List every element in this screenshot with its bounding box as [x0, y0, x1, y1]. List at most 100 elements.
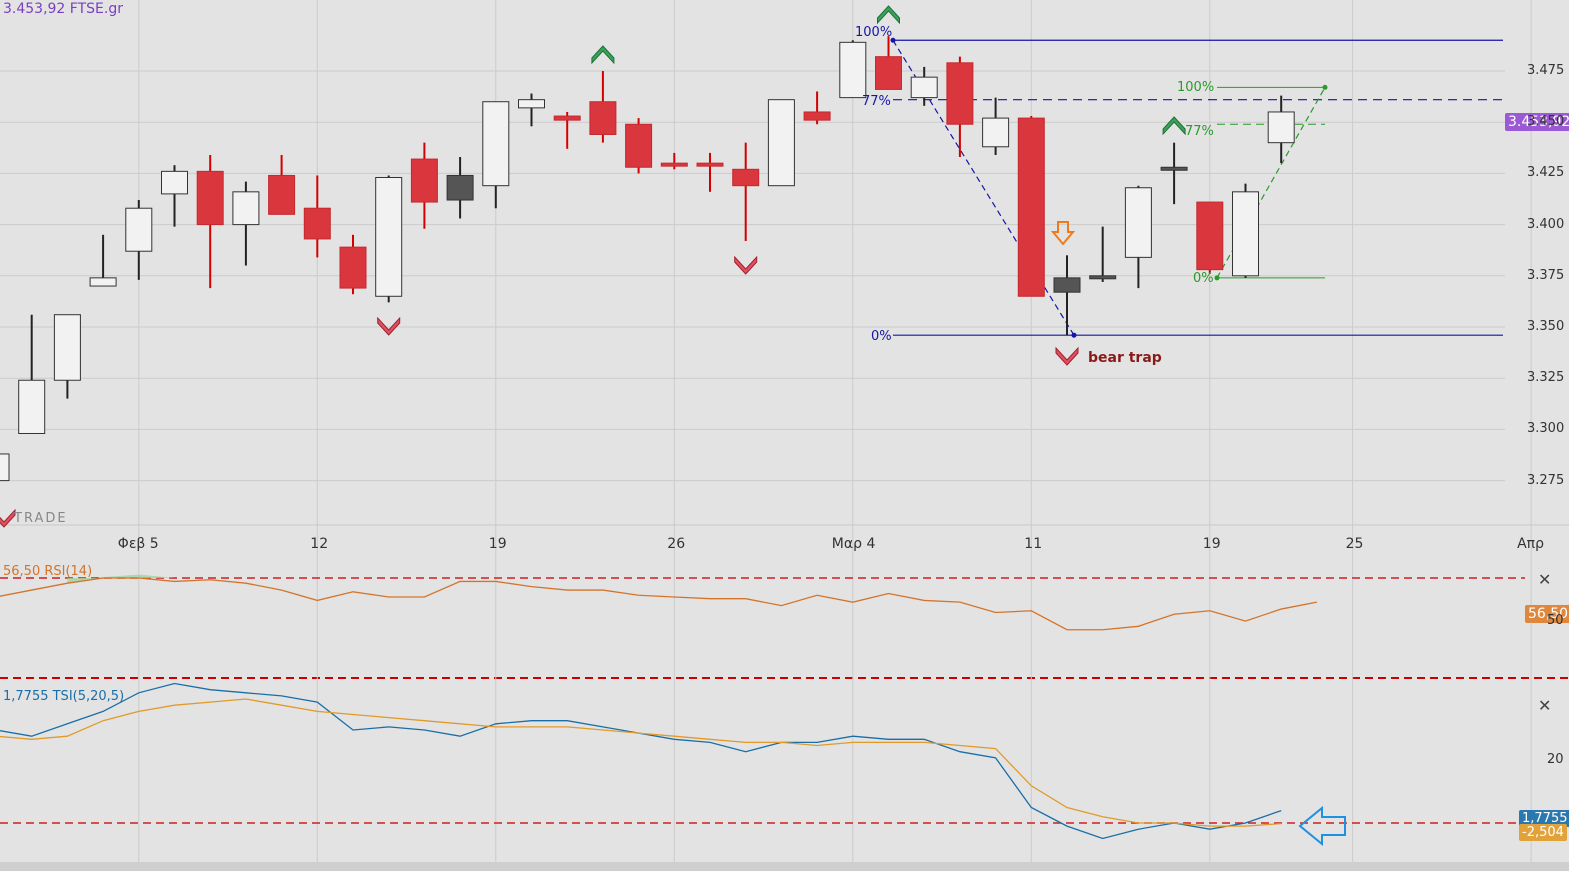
candle	[625, 118, 653, 174]
candle-body	[268, 174, 296, 215]
candle-body	[339, 246, 367, 289]
candle-body	[1232, 191, 1259, 277]
fib-anchor	[1071, 332, 1077, 338]
tsi-title: 1,7755 TSI(5,20,5)	[3, 689, 125, 704]
bear-trap-label: bear trap	[1088, 350, 1162, 366]
chart-canvas[interactable]	[0, 0, 1569, 871]
candle	[268, 154, 296, 215]
y-tick-label: 3.325	[1527, 370, 1565, 386]
y-tick-label: 3.400	[1527, 216, 1565, 232]
candle	[339, 234, 367, 295]
x-tick-label: 12	[310, 536, 329, 552]
candle-body	[625, 123, 653, 168]
fib-77-label: 77%	[862, 94, 891, 109]
candle	[303, 175, 331, 258]
candle-body	[1196, 201, 1224, 271]
candle-body	[553, 115, 581, 121]
fib2-100-label: 100%	[1177, 80, 1215, 95]
candle-body	[0, 453, 10, 482]
candle	[839, 40, 867, 99]
candle-body	[696, 162, 724, 167]
candle-body	[89, 277, 117, 287]
candle	[982, 97, 1010, 155]
candle-body	[589, 101, 617, 135]
candle	[53, 314, 81, 399]
candle-body	[375, 176, 403, 297]
candle-body	[839, 41, 867, 99]
candle	[89, 234, 117, 287]
x-tick-label: 11	[1024, 536, 1043, 552]
candle-body	[196, 170, 224, 226]
close-tsi-icon[interactable]: ✕	[1538, 696, 1551, 715]
x-tick-label: Μαρ 4	[831, 536, 876, 552]
sell-signal-icon	[1055, 346, 1079, 366]
x-tick-label: Απρ	[1517, 536, 1544, 552]
scrollbar	[0, 862, 1569, 871]
y-tick-label: 3.275	[1527, 472, 1565, 488]
x-tick-label: 19	[1202, 536, 1221, 552]
candle-body	[410, 158, 438, 203]
close-rsi-icon[interactable]: ✕	[1538, 570, 1551, 589]
candle-body	[232, 191, 260, 226]
sell-signal-icon	[734, 255, 758, 275]
y-tick-label: 3.350	[1527, 319, 1565, 334]
candle	[767, 99, 795, 187]
fib-100-label: 100%	[855, 25, 893, 40]
candle-body	[125, 207, 153, 252]
candle	[1053, 255, 1081, 336]
candle	[482, 101, 510, 209]
candle	[589, 71, 617, 143]
candle-body	[1053, 277, 1081, 293]
candle	[18, 314, 46, 434]
candle-body	[875, 56, 902, 90]
candle	[125, 200, 153, 280]
candle-body	[803, 111, 831, 121]
x-tick-label: 19	[488, 536, 507, 552]
fib2-anchor	[1214, 275, 1220, 281]
buy-signal-icon	[591, 45, 615, 65]
candle	[1267, 95, 1295, 164]
buy-signal-icon	[877, 5, 900, 25]
candle	[446, 157, 474, 219]
candle	[161, 165, 188, 227]
x-tick-label: Φεβ 5	[117, 536, 159, 552]
candle	[1089, 226, 1117, 282]
candle-body	[53, 314, 81, 381]
down-arrow-icon	[1050, 221, 1076, 246]
signal-badge: -2,504	[1519, 824, 1567, 841]
y-tick-label: 3.375	[1527, 267, 1565, 283]
candle	[1017, 116, 1045, 297]
rsi-title: 56,50 RSI(14)	[3, 564, 93, 579]
candle	[946, 56, 974, 158]
x-tick-label: 26	[667, 536, 686, 552]
candle-body	[660, 162, 688, 167]
watermark: TRADE	[14, 511, 68, 526]
candle-body	[946, 62, 974, 125]
candle	[0, 453, 10, 482]
candle-body	[767, 99, 795, 187]
candle-body	[1124, 187, 1152, 258]
candle	[196, 154, 224, 289]
candle-body	[1267, 111, 1295, 144]
chart-title: 3.453,92 FTSE.gr	[3, 1, 123, 17]
x-tick-label: 25	[1345, 536, 1364, 552]
candle	[803, 91, 831, 125]
chart-window: 3.453,92 FTSE.gr TRADE 3.453,92 56,50 50…	[0, 0, 1569, 871]
candle	[1232, 183, 1259, 278]
candle-body	[1089, 275, 1117, 280]
candle	[410, 142, 438, 229]
candle	[660, 152, 688, 170]
candle-body	[161, 170, 188, 195]
y-tick-label: 3.475	[1527, 63, 1565, 78]
fib2-77-label: 77%	[1185, 124, 1214, 139]
tsi-tick: 20	[1547, 752, 1564, 767]
candle	[875, 36, 902, 90]
buy-signal-icon	[1162, 116, 1186, 136]
rsi-line	[0, 577, 1318, 631]
candle-body	[446, 174, 474, 201]
candle-body	[910, 76, 938, 99]
y-tick-label: 3.425	[1527, 165, 1565, 181]
sell-signal-icon	[0, 508, 16, 528]
fib-0-label: 0%	[871, 329, 892, 344]
candle-body	[303, 207, 331, 240]
